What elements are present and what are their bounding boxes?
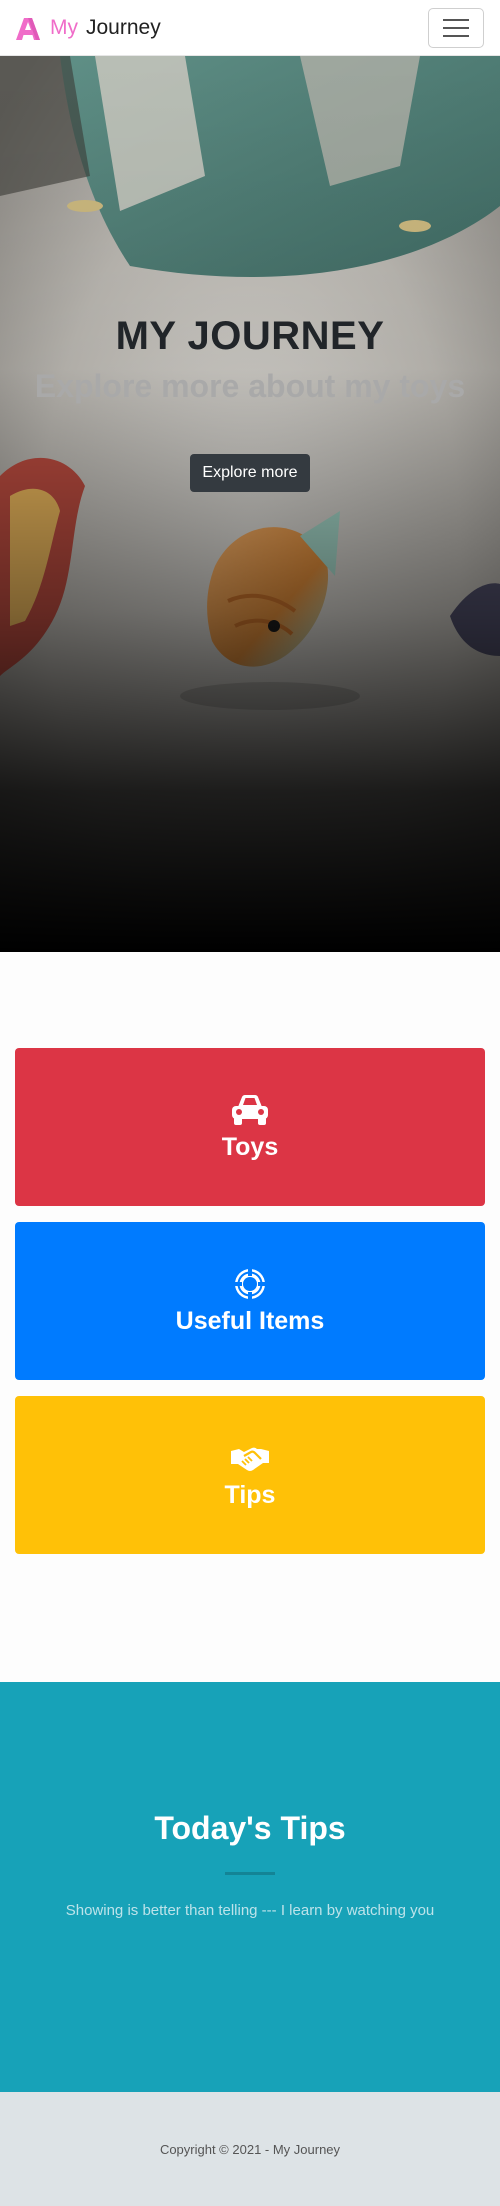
brand-journey-text: Journey	[86, 15, 161, 39]
car-icon	[232, 1094, 268, 1125]
hero-title: MY JOURNEY	[115, 314, 385, 358]
tips-divider	[225, 1872, 275, 1875]
category-label: Toys	[221, 1132, 279, 1161]
letter-a-logo-icon	[16, 17, 40, 40]
menu-toggle-button[interactable]	[428, 8, 484, 48]
category-label: Useful Items	[175, 1306, 325, 1335]
category-card-tips[interactable]: Tips	[15, 1396, 485, 1554]
category-label: Tips	[224, 1480, 276, 1509]
navbar: My Journey	[0, 0, 500, 56]
tips-text: Showing is better than telling --- I lea…	[65, 1902, 435, 1919]
hero-subtitle: Explore more about my toys	[34, 368, 466, 404]
footer-copyright: Copyright © 2021 - My Journey	[159, 2141, 341, 2157]
hamburger-menu-icon	[443, 19, 469, 37]
hero-section: MY JOURNEY Explore more about my toys Ex…	[0, 56, 500, 952]
hero-dark-overlay	[0, 56, 500, 952]
todays-tips-section: Today's Tips Showing is better than tell…	[0, 1682, 500, 2092]
brand-my-text: My	[50, 15, 78, 39]
tips-title: Today's Tips	[154, 1810, 346, 1846]
category-card-toys[interactable]: Toys	[15, 1048, 485, 1206]
brand-link[interactable]: My Journey	[14, 16, 161, 40]
handshake-icon	[231, 1447, 269, 1471]
category-card-useful-items[interactable]: Useful Items	[15, 1222, 485, 1380]
life-ring-icon	[235, 1268, 265, 1299]
footer: Copyright © 2021 - My Journey	[0, 2092, 500, 2206]
explore-more-button[interactable]: Explore more	[190, 454, 310, 492]
